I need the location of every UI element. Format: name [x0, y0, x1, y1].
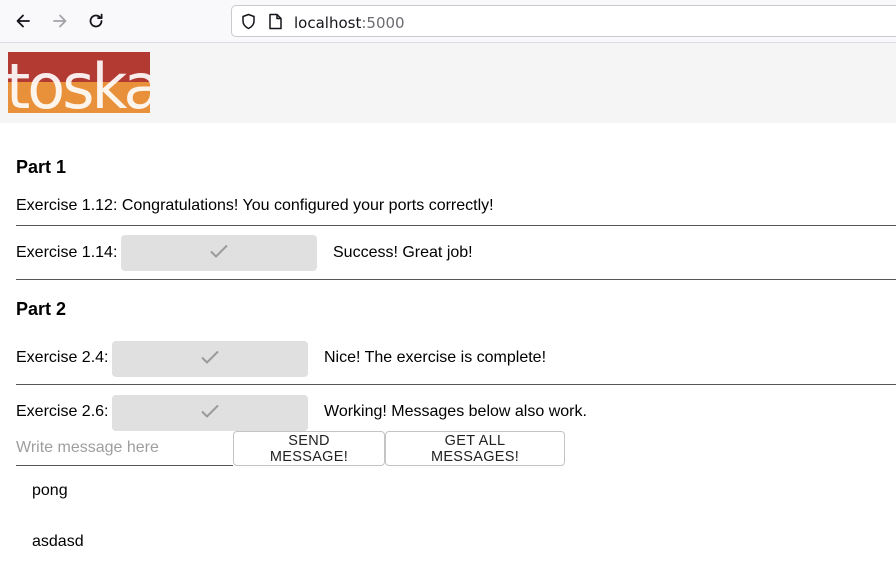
- exercise-1-14-label: Exercise 1.14:: [16, 244, 118, 261]
- url-text[interactable]: localhost:5000: [294, 14, 405, 32]
- exercise-2-6-status: Working! Messages below also work.: [324, 403, 587, 420]
- message-item: pong: [32, 482, 68, 499]
- divider: [16, 384, 896, 385]
- divider: [16, 279, 896, 280]
- check-icon: [209, 243, 229, 264]
- check-icon: [200, 349, 220, 370]
- url-bar[interactable]: localhost:5000: [231, 5, 896, 37]
- exercise-2-6-label: Exercise 2.6:: [16, 403, 109, 420]
- back-icon[interactable]: [11, 9, 35, 33]
- send-message-button[interactable]: SEND MESSAGE!: [233, 431, 385, 466]
- shield-icon[interactable]: [240, 13, 257, 35]
- browser-toolbar: localhost:5000: [0, 0, 896, 43]
- exercise-2-4-check-button[interactable]: [112, 341, 308, 377]
- url-port: :5000: [361, 14, 405, 32]
- check-icon: [200, 403, 220, 424]
- part1-heading: Part 1: [16, 157, 67, 177]
- logo-wordmark: toska: [8, 52, 150, 113]
- divider: [16, 225, 896, 226]
- page-header: toska: [0, 43, 896, 123]
- forward-icon[interactable]: [48, 9, 72, 33]
- message-item: asdasd: [32, 533, 84, 550]
- exercise-2-6-check-button[interactable]: [112, 395, 308, 431]
- toska-logo: toska: [6, 50, 161, 123]
- exercise-1-14-check-button[interactable]: [121, 235, 317, 271]
- page-icon[interactable]: [268, 13, 283, 35]
- reload-icon[interactable]: [84, 9, 108, 33]
- message-input[interactable]: [16, 431, 233, 466]
- exercise-2-4-status: Nice! The exercise is complete!: [324, 349, 547, 366]
- exercise-1-14-status: Success! Great job!: [333, 244, 473, 261]
- exercise-2-4-label: Exercise 2.4:: [16, 349, 109, 366]
- url-host: localhost: [294, 14, 362, 32]
- exercise-1-12-text: Exercise 1.12: Congratulations! You conf…: [16, 197, 494, 214]
- get-all-messages-button[interactable]: GET ALL MESSAGES!: [385, 431, 565, 466]
- part2-heading: Part 2: [16, 299, 67, 319]
